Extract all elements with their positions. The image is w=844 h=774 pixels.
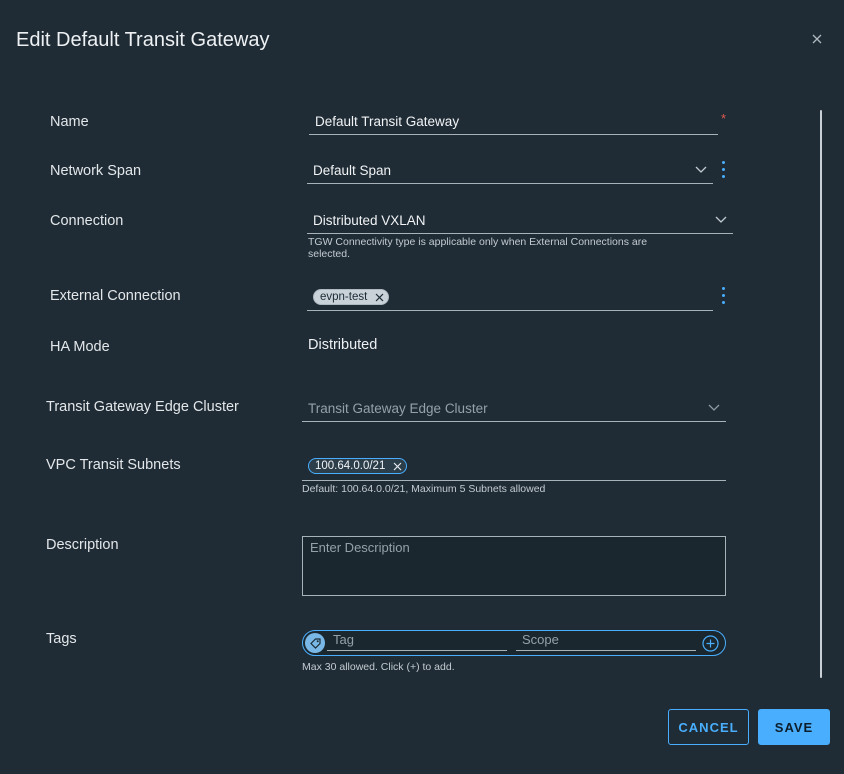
dialog-title: Edit Default Transit Gateway xyxy=(16,29,270,51)
connection-select[interactable]: Distributed VXLAN xyxy=(307,209,733,234)
description-label: Description xyxy=(46,537,119,553)
connection-helper-line: TGW Connectivity type is applicable only… xyxy=(308,236,648,248)
subnet-chip: 100.64.0.0/21 xyxy=(308,458,408,474)
required-indicator: * xyxy=(721,111,727,126)
network-span-select[interactable]: Default Span xyxy=(307,159,713,184)
ha-mode-label: HA Mode xyxy=(50,339,110,355)
chevron-down-icon xyxy=(695,166,707,173)
tag-icon xyxy=(305,633,325,653)
vpc-transit-subnets-input[interactable]: 100.64.0.0/21 xyxy=(302,456,726,481)
ha-mode-value: Distributed xyxy=(308,337,378,353)
tag-input[interactable]: Tag xyxy=(327,632,507,651)
edge-cluster-placeholder: Transit Gateway Edge Cluster xyxy=(308,401,488,416)
name-value: Default Transit Gateway xyxy=(315,114,460,129)
chevron-down-icon xyxy=(708,404,720,411)
chip-remove-icon[interactable] xyxy=(375,293,384,302)
name-field[interactable]: Default Transit Gateway xyxy=(309,110,718,135)
vpc-transit-subnets-label: VPC Transit Subnets xyxy=(46,457,181,473)
scope-placeholder: Scope xyxy=(522,632,559,647)
network-span-label: Network Span xyxy=(50,163,142,179)
tags-input-group: Tag Scope xyxy=(302,630,726,656)
external-connection-more-button[interactable] xyxy=(720,286,726,306)
scrollbar[interactable] xyxy=(820,110,822,678)
name-label: Name xyxy=(50,114,89,130)
save-button[interactable]: SAVE xyxy=(758,709,830,745)
add-tag-icon[interactable] xyxy=(702,635,719,652)
connection-value: Distributed VXLAN xyxy=(313,213,426,228)
network-span-value: Default Span xyxy=(313,163,392,178)
tags-label: Tags xyxy=(46,631,77,647)
description-placeholder: Enter Description xyxy=(310,540,410,555)
scope-input[interactable]: Scope xyxy=(516,632,696,651)
network-span-more-button[interactable] xyxy=(720,160,726,180)
external-connection-chip: evpn-test xyxy=(313,289,390,305)
connection-helper-line: selected. xyxy=(308,248,351,260)
chip-label: 100.64.0.0/21 xyxy=(315,460,386,472)
chip-remove-icon[interactable] xyxy=(393,462,402,471)
external-connection-select[interactable]: evpn-test xyxy=(307,286,713,311)
edge-cluster-select[interactable]: Transit Gateway Edge Cluster xyxy=(302,397,726,422)
edge-cluster-label: Transit Gateway Edge Cluster xyxy=(46,399,239,415)
external-connection-label: External Connection xyxy=(50,288,181,304)
cancel-button[interactable]: CANCEL xyxy=(668,709,749,745)
connection-helper-text: TGW Connectivity type is applicable only… xyxy=(308,236,647,260)
close-icon[interactable] xyxy=(808,30,826,48)
tag-placeholder: Tag xyxy=(333,632,354,647)
chevron-down-icon xyxy=(715,216,727,223)
tags-helper-text: Max 30 allowed. Click (+) to add. xyxy=(302,661,455,673)
description-textarea[interactable]: Enter Description xyxy=(302,536,726,596)
vpc-subnets-helper-text: Default: 100.64.0.0/21, Maximum 5 Subnet… xyxy=(302,483,546,495)
chip-label: evpn-test xyxy=(320,291,368,303)
connection-label: Connection xyxy=(50,213,124,229)
